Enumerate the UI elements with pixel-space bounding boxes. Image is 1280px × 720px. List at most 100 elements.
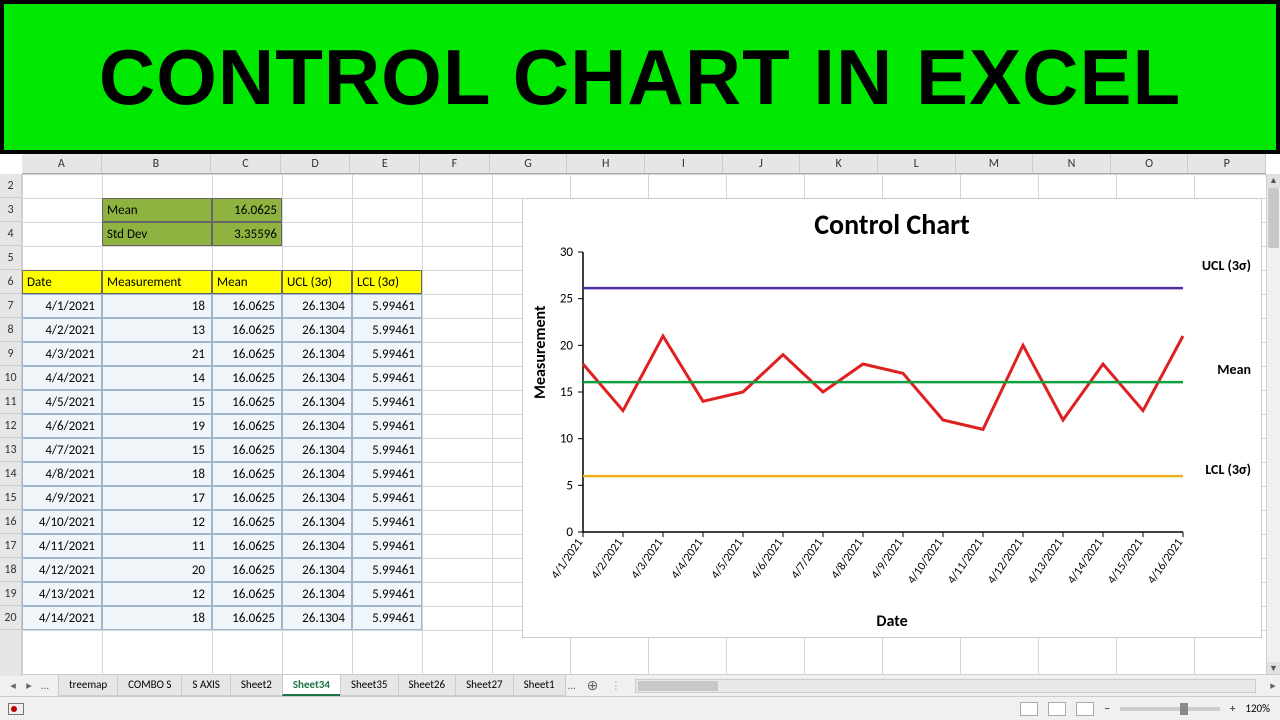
row-header-14[interactable]: 14 xyxy=(0,462,21,486)
cell-r7-c2[interactable]: 16.0625 xyxy=(212,294,282,318)
cell-r18-c3[interactable]: 26.1304 xyxy=(282,558,352,582)
cell-r12-c3[interactable]: 26.1304 xyxy=(282,414,352,438)
cell-r8-c3[interactable]: 26.1304 xyxy=(282,318,352,342)
table-header-3[interactable]: UCL (3σ) xyxy=(282,270,352,294)
row-header-20[interactable]: 20 xyxy=(0,606,21,630)
row-header-7[interactable]: 7 xyxy=(0,294,21,318)
cell-r9-c2[interactable]: 16.0625 xyxy=(212,342,282,366)
cell-r9-c0[interactable]: 4/3/2021 xyxy=(22,342,102,366)
cell-r12-c0[interactable]: 4/6/2021 xyxy=(22,414,102,438)
cell-r10-c2[interactable]: 16.0625 xyxy=(212,366,282,390)
col-header-P[interactable]: P xyxy=(1188,154,1266,173)
cell-r16-c4[interactable]: 5.99461 xyxy=(352,510,422,534)
tab-first-icon[interactable]: ◂ xyxy=(6,679,20,693)
cell-r20-c1[interactable]: 18 xyxy=(102,606,212,630)
tab-ellipsis-right[interactable]: ... xyxy=(565,679,579,693)
cell-r15-c1[interactable]: 17 xyxy=(102,486,212,510)
row-header-3[interactable]: 3 xyxy=(0,198,21,222)
view-normal-icon[interactable] xyxy=(1020,702,1038,716)
row-header-2[interactable]: 2 xyxy=(0,174,21,198)
cell-r20-c2[interactable]: 16.0625 xyxy=(212,606,282,630)
cell-r15-c3[interactable]: 26.1304 xyxy=(282,486,352,510)
view-break-icon[interactable] xyxy=(1076,702,1094,716)
tab-ellipsis[interactable]: ... xyxy=(38,679,52,693)
cell-r18-c4[interactable]: 5.99461 xyxy=(352,558,422,582)
tab-treemap[interactable]: treemap xyxy=(58,675,118,696)
tab-Sheet26[interactable]: Sheet26 xyxy=(398,675,457,696)
table-header-4[interactable]: LCL (3σ) xyxy=(352,270,422,294)
hscroll-right-icon[interactable]: ▸ xyxy=(1266,679,1280,693)
cell-r14-c4[interactable]: 5.99461 xyxy=(352,462,422,486)
cell-r19-c2[interactable]: 16.0625 xyxy=(212,582,282,606)
record-macro-icon[interactable] xyxy=(8,703,24,715)
row-header-6[interactable]: 6 xyxy=(0,270,21,294)
row-header-4[interactable]: 4 xyxy=(0,222,21,246)
add-sheet-icon[interactable]: ⊕ xyxy=(579,677,607,694)
cell-r14-c2[interactable]: 16.0625 xyxy=(212,462,282,486)
tab-Sheet2[interactable]: Sheet2 xyxy=(230,675,283,696)
cell-mean-value[interactable]: 16.0625 xyxy=(212,198,282,222)
col-header-D[interactable]: D xyxy=(281,154,351,173)
cell-r18-c1[interactable]: 20 xyxy=(102,558,212,582)
cell-r17-c2[interactable]: 16.0625 xyxy=(212,534,282,558)
cell-r7-c0[interactable]: 4/1/2021 xyxy=(22,294,102,318)
row-header-13[interactable]: 13 xyxy=(0,438,21,462)
col-header-G[interactable]: G xyxy=(490,154,568,173)
cell-r20-c4[interactable]: 5.99461 xyxy=(352,606,422,630)
cell-r12-c2[interactable]: 16.0625 xyxy=(212,414,282,438)
zoom-in-button[interactable]: + xyxy=(1230,702,1235,715)
cell-r15-c2[interactable]: 16.0625 xyxy=(212,486,282,510)
cell-r17-c3[interactable]: 26.1304 xyxy=(282,534,352,558)
tab-Sheet27[interactable]: Sheet27 xyxy=(455,675,514,696)
cell-r19-c3[interactable]: 26.1304 xyxy=(282,582,352,606)
cell-r8-c4[interactable]: 5.99461 xyxy=(352,318,422,342)
col-header-C[interactable]: C xyxy=(211,154,281,173)
chart-container[interactable]: Control Chart Measurement 0510152025304/… xyxy=(522,198,1262,638)
tab-Sheet1[interactable]: Sheet1 xyxy=(513,675,566,696)
col-header-O[interactable]: O xyxy=(1111,154,1189,173)
col-header-H[interactable]: H xyxy=(567,154,645,173)
cell-r10-c3[interactable]: 26.1304 xyxy=(282,366,352,390)
col-header-N[interactable]: N xyxy=(1033,154,1111,173)
cell-r14-c1[interactable]: 18 xyxy=(102,462,212,486)
cell-r13-c0[interactable]: 4/7/2021 xyxy=(22,438,102,462)
col-header-J[interactable]: J xyxy=(723,154,801,173)
cell-r11-c4[interactable]: 5.99461 xyxy=(352,390,422,414)
zoom-slider[interactable] xyxy=(1120,707,1220,711)
cell-r13-c3[interactable]: 26.1304 xyxy=(282,438,352,462)
col-header-E[interactable]: E xyxy=(350,154,420,173)
cell-r16-c2[interactable]: 16.0625 xyxy=(212,510,282,534)
col-header-A[interactable]: A xyxy=(22,154,102,173)
col-header-I[interactable]: I xyxy=(645,154,723,173)
cell-r13-c4[interactable]: 5.99461 xyxy=(352,438,422,462)
row-header-8[interactable]: 8 xyxy=(0,318,21,342)
cell-r19-c0[interactable]: 4/13/2021 xyxy=(22,582,102,606)
cell-r15-c0[interactable]: 4/9/2021 xyxy=(22,486,102,510)
tab-Sheet35[interactable]: Sheet35 xyxy=(340,675,399,696)
cell-r12-c4[interactable]: 5.99461 xyxy=(352,414,422,438)
row-header-11[interactable]: 11 xyxy=(0,390,21,414)
cell-r7-c1[interactable]: 18 xyxy=(102,294,212,318)
scroll-up-icon[interactable]: ▲ xyxy=(1267,174,1280,188)
view-layout-icon[interactable] xyxy=(1048,702,1066,716)
cell-r11-c2[interactable]: 16.0625 xyxy=(212,390,282,414)
cell-r11-c1[interactable]: 15 xyxy=(102,390,212,414)
cell-r11-c0[interactable]: 4/5/2021 xyxy=(22,390,102,414)
cell-r8-c0[interactable]: 4/2/2021 xyxy=(22,318,102,342)
row-header-9[interactable]: 9 xyxy=(0,342,21,366)
cell-r9-c1[interactable]: 21 xyxy=(102,342,212,366)
col-header-M[interactable]: M xyxy=(956,154,1034,173)
cell-r16-c1[interactable]: 12 xyxy=(102,510,212,534)
cell-r17-c4[interactable]: 5.99461 xyxy=(352,534,422,558)
row-header-18[interactable]: 18 xyxy=(0,558,21,582)
table-header-0[interactable]: Date xyxy=(22,270,102,294)
cell-std-label[interactable]: Std Dev xyxy=(102,222,212,246)
cell-r10-c1[interactable]: 14 xyxy=(102,366,212,390)
tab-prev-icon[interactable]: ▸ xyxy=(22,679,36,693)
cell-r13-c1[interactable]: 15 xyxy=(102,438,212,462)
horizontal-scrollbar[interactable] xyxy=(635,679,1256,693)
col-header-L[interactable]: L xyxy=(878,154,956,173)
table-header-2[interactable]: Mean xyxy=(212,270,282,294)
cell-r19-c1[interactable]: 12 xyxy=(102,582,212,606)
vertical-scrollbar[interactable]: ▲ ▼ xyxy=(1266,174,1280,676)
